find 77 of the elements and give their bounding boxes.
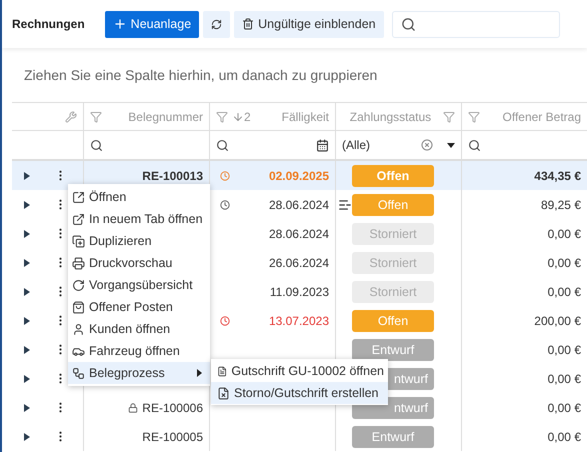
menu-item[interactable]: Kunden öffnen	[68, 318, 210, 340]
open-amount: 0,00 €	[548, 226, 581, 240]
status-badge: Offen	[352, 164, 434, 186]
document-icon	[217, 364, 228, 378]
due-date: 28.06.2024	[268, 198, 329, 212]
caret-icon[interactable]	[447, 142, 455, 148]
due-date: 02.09.2025	[268, 168, 329, 182]
due-date: 13.07.2023	[268, 314, 329, 328]
external-link-icon	[72, 212, 85, 226]
calendar-icon[interactable]	[316, 138, 329, 152]
workflow-icon	[72, 366, 85, 380]
open-amount: 0,00 €	[548, 400, 581, 414]
status-badge: Entwurf	[352, 426, 434, 448]
expand-icon[interactable]	[24, 172, 30, 180]
expand-icon[interactable]	[24, 200, 30, 208]
menu-item[interactable]: Vorgangsübersicht	[68, 274, 210, 296]
open-amount: 0,00 €	[548, 256, 581, 270]
expand-icon[interactable]	[24, 432, 30, 440]
refresh-icon	[211, 18, 222, 30]
duplicate-icon	[72, 234, 85, 248]
due-date: 11.09.2023	[270, 284, 329, 298]
search-field[interactable]	[392, 10, 560, 38]
menu-item[interactable]: Fahrzeug öffnen	[68, 340, 210, 362]
open-amount: 89,25 €	[540, 198, 581, 212]
search-icon[interactable]	[90, 138, 103, 152]
open-amount: 434,35 €	[534, 168, 581, 182]
plus-icon	[112, 17, 127, 31]
menu-item[interactable]: In neuem Tab öffnen	[68, 208, 210, 230]
clock-icon	[220, 170, 230, 180]
document-number: RE-100013	[142, 168, 203, 182]
status-badge: Storniert	[352, 280, 434, 302]
due-date: 26.06.2024	[268, 256, 329, 270]
document-number: RE-100005	[142, 430, 203, 444]
menu-item[interactable]: Öffnen	[68, 186, 210, 208]
status-badge: Storniert	[352, 252, 434, 274]
status-badge: Entwurf	[352, 338, 434, 360]
menu-item[interactable]: Offener Posten	[68, 296, 210, 318]
search-icon	[400, 16, 416, 32]
search-icon[interactable]	[216, 138, 229, 152]
status-badge: Storniert	[352, 222, 434, 244]
printer-icon	[72, 256, 85, 270]
menu-item[interactable]: Belegprozess	[68, 362, 210, 384]
clear-icon[interactable]	[421, 139, 433, 151]
status-badge: Offen	[352, 310, 434, 332]
bag-icon	[72, 300, 85, 314]
document-number: RE-100006	[142, 400, 203, 414]
document-cancel-icon	[217, 386, 230, 400]
open-amount: 0,00 €	[548, 284, 581, 298]
new-button[interactable]: Neuanlage	[104, 10, 200, 38]
status-badge: Offen	[352, 194, 434, 216]
expand-icon[interactable]	[24, 288, 30, 296]
clock-icon	[220, 200, 230, 210]
refresh-button[interactable]	[203, 10, 230, 38]
search-icon[interactable]	[468, 138, 481, 152]
user-icon	[72, 322, 85, 336]
expand-icon[interactable]	[24, 258, 30, 266]
open-amount: 0,00 €	[548, 430, 581, 444]
status-filter-value[interactable]: (Alle)	[342, 138, 370, 152]
show-invalid-button[interactable]: Ungültige einblenden	[234, 10, 384, 38]
group-panel-hint: Ziehen Sie eine Spalte hierhin, um danach zu gruppieren	[24, 67, 378, 83]
clock-icon	[220, 316, 230, 326]
expand-icon[interactable]	[24, 374, 30, 382]
trash-icon	[242, 18, 254, 30]
menu-item[interactable]: Duplizieren	[68, 230, 210, 252]
rotate-icon	[72, 278, 85, 292]
expand-icon[interactable]	[24, 230, 30, 238]
open-amount: 200,00 €	[534, 314, 581, 328]
page-title: Rechnungen	[12, 17, 85, 31]
menu-item[interactable]: Storno/Gutschrift erstellen	[211, 382, 388, 404]
expand-icon[interactable]	[24, 404, 30, 412]
menu-item[interactable]: Druckvorschau	[68, 252, 210, 274]
expand-icon[interactable]	[24, 316, 30, 324]
open-icon	[72, 190, 85, 204]
open-amount: 0,00 €	[548, 342, 581, 356]
expand-icon[interactable]	[24, 346, 30, 354]
due-date: 28.06.2024	[268, 226, 329, 240]
open-amount: 0,00 €	[548, 372, 581, 386]
